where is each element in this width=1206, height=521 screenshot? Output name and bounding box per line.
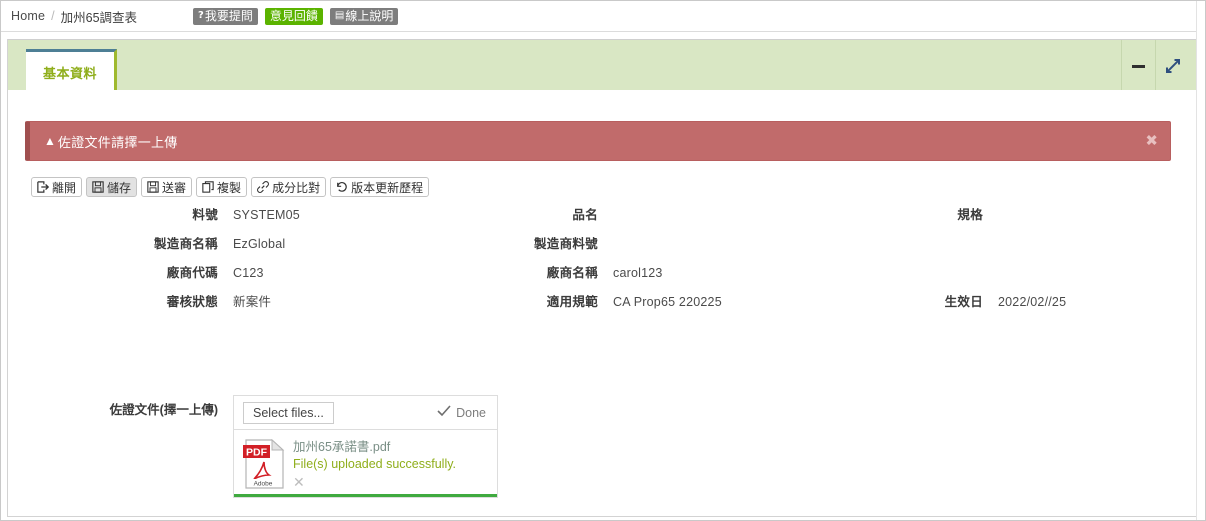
form-row: 審核狀態 新案件 適用規範 CA Prop65 220225 生效日 2022/… bbox=[8, 291, 1197, 320]
copy-label: 複製 bbox=[217, 180, 242, 195]
field-value: 新案件 bbox=[233, 295, 272, 309]
field-label: 廠商名稱 bbox=[546, 266, 598, 280]
breadcrumb-actions: ? 我要提問 意見回饋 ▤ 線上說明 bbox=[193, 7, 399, 25]
field-value: carol123 bbox=[613, 266, 663, 280]
tab-basic-info[interactable]: 基本資料 bbox=[26, 49, 118, 92]
breadcrumb-bar: Home / 加州65調查表 ? 我要提問 意見回饋 ▤ 線上說明 bbox=[1, 1, 1205, 32]
close-icon[interactable]: ✖ bbox=[1145, 133, 1158, 149]
book-icon: ▤ bbox=[334, 10, 345, 21]
ask-question-label: 我要提問 bbox=[204, 9, 253, 23]
online-help-button[interactable]: ▤ 線上說明 bbox=[329, 7, 399, 25]
field-manufacturer-name: 製造商名稱 EzGlobal bbox=[8, 233, 428, 252]
field-label: 料號 bbox=[192, 208, 218, 222]
field-value: 2022/02//25 bbox=[998, 295, 1067, 309]
field-value: C123 bbox=[233, 266, 264, 280]
breadcrumb-current-page: 加州65調查表 bbox=[60, 10, 138, 25]
expand-icon bbox=[1165, 58, 1181, 74]
field-vendor-name: 廠商名稱 carol123 bbox=[408, 262, 808, 281]
copy-icon bbox=[202, 181, 214, 193]
exit-icon bbox=[37, 181, 49, 193]
pdf-file-icon: PDF Adobe bbox=[242, 438, 286, 489]
field-specification: 規格 bbox=[798, 204, 1197, 223]
field-label: 審核狀態 bbox=[166, 295, 218, 309]
upload-progress-bar bbox=[234, 494, 497, 497]
copy-button[interactable]: 複製 bbox=[196, 177, 248, 197]
save-icon bbox=[92, 181, 104, 193]
svg-text:PDF: PDF bbox=[246, 447, 268, 459]
panel-header: 基本資料 bbox=[8, 39, 1197, 92]
field-effective-date: 生效日 2022/02//25 bbox=[798, 291, 1197, 310]
field-material-no: 料號 SYSTEM05 bbox=[8, 204, 428, 223]
expand-button[interactable] bbox=[1155, 40, 1189, 91]
field-label: 規格 bbox=[957, 208, 983, 222]
field-label: 製造商名稱 bbox=[153, 237, 218, 251]
upload-done-status: Done bbox=[437, 405, 486, 420]
field-label: 製造商料號 bbox=[533, 237, 598, 251]
form-row: 製造商名稱 EzGlobal 製造商料號 bbox=[8, 233, 1197, 262]
upload-header: Select files... Done bbox=[233, 395, 498, 430]
history-icon bbox=[336, 181, 348, 193]
uploaded-file-list: PDF Adobe 加州65承諾書.pdf File(s) uploaded s… bbox=[233, 430, 498, 498]
field-value: SYSTEM05 bbox=[233, 208, 300, 222]
ask-question-button[interactable]: ? 我要提問 bbox=[193, 7, 258, 25]
field-label: 品名 bbox=[572, 208, 598, 222]
upload-label: 佐證文件(擇一上傳) bbox=[109, 403, 218, 417]
field-vendor-code: 廠商代碼 C123 bbox=[8, 262, 428, 281]
warning-triangle-icon: ▲ bbox=[44, 134, 56, 148]
field-label: 廠商代碼 bbox=[166, 266, 218, 280]
field-label: 適用規範 bbox=[546, 295, 598, 309]
remove-file-icon[interactable]: ✕ bbox=[293, 476, 456, 490]
svg-text:Adobe: Adobe bbox=[254, 481, 273, 488]
exit-label: 離開 bbox=[52, 180, 77, 195]
error-alert: ▲ 佐證文件請擇一上傳 ✖ bbox=[25, 121, 1171, 161]
action-toolbar: 離開 儲存 送審 複製 成分比對 版本更新歷程 bbox=[31, 177, 430, 197]
field-manufacturer-material-no: 製造商料號 bbox=[408, 233, 808, 252]
uploaded-file-info: 加州65承諾書.pdf File(s) uploaded successfull… bbox=[293, 437, 456, 497]
upload-success-message: File(s) uploaded successfully. bbox=[293, 456, 457, 471]
exit-button[interactable]: 離開 bbox=[31, 177, 83, 197]
submit-icon bbox=[147, 181, 159, 193]
form-row: 廠商代碼 C123 廠商名稱 carol123 bbox=[8, 262, 1197, 291]
upload-done-label: Done bbox=[456, 405, 486, 420]
breadcrumb-separator: / bbox=[51, 9, 55, 23]
feedback-label: 意見回饋 bbox=[269, 9, 318, 23]
minimize-icon bbox=[1131, 62, 1146, 70]
minimize-button[interactable] bbox=[1121, 40, 1155, 91]
composition-compare-label: 成分比對 bbox=[272, 180, 321, 195]
version-history-label: 版本更新歷程 bbox=[351, 180, 424, 195]
save-label: 儲存 bbox=[107, 180, 132, 195]
panel-header-tools bbox=[1121, 40, 1189, 91]
app-window: Home / 加州65調查表 ? 我要提問 意見回饋 ▤ 線上說明 基本資料 ▲… bbox=[0, 0, 1206, 521]
tab-basic-info-label: 基本資料 bbox=[43, 65, 98, 81]
field-label: 生效日 bbox=[944, 295, 983, 309]
feedback-button[interactable]: 意見回饋 bbox=[264, 7, 323, 25]
check-icon bbox=[437, 405, 451, 420]
question-mark-icon: ? bbox=[198, 10, 204, 21]
save-button[interactable]: 儲存 bbox=[86, 177, 138, 197]
field-value: EzGlobal bbox=[233, 237, 286, 251]
field-product-name: 品名 bbox=[408, 204, 808, 223]
field-review-status: 審核狀態 新案件 bbox=[8, 291, 428, 310]
panel-body: ▲ 佐證文件請擇一上傳 ✖ 離開 儲存 送審 複製 成分比對 版本更新歷程 料號… bbox=[8, 90, 1197, 516]
submit-label: 送審 bbox=[162, 180, 187, 195]
submit-button[interactable]: 送審 bbox=[141, 177, 193, 197]
field-applicable-standard: 適用規範 CA Prop65 220225 bbox=[408, 291, 808, 310]
composition-compare-button[interactable]: 成分比對 bbox=[251, 177, 327, 197]
form-panel: 基本資料 ▲ 佐證文件請擇一上傳 ✖ 離開 儲存 送審 複製 成分比對 版本更新… bbox=[7, 39, 1198, 517]
field-value: CA Prop65 220225 bbox=[613, 295, 722, 309]
error-alert-message: 佐證文件請擇一上傳 bbox=[57, 134, 178, 150]
online-help-label: 線上說明 bbox=[345, 9, 394, 23]
form-fields: 料號 SYSTEM05 品名 規格 製造商名稱 EzGlobal 製造商料號 廠… bbox=[8, 204, 1197, 320]
version-history-button[interactable]: 版本更新歷程 bbox=[330, 177, 430, 197]
form-row: 料號 SYSTEM05 品名 規格 bbox=[8, 204, 1197, 233]
upload-widget: Select files... Done PDF Adobe 加州65承諾書.p… bbox=[233, 395, 498, 498]
breadcrumb-home-link[interactable]: Home bbox=[11, 9, 45, 23]
scrollbar-thumb[interactable] bbox=[1198, 1, 1205, 101]
link-icon bbox=[257, 181, 269, 193]
uploaded-file-name[interactable]: 加州65承諾書.pdf bbox=[293, 439, 456, 456]
vertical-scrollbar[interactable] bbox=[1196, 1, 1205, 520]
select-files-button[interactable]: Select files... bbox=[243, 401, 334, 424]
